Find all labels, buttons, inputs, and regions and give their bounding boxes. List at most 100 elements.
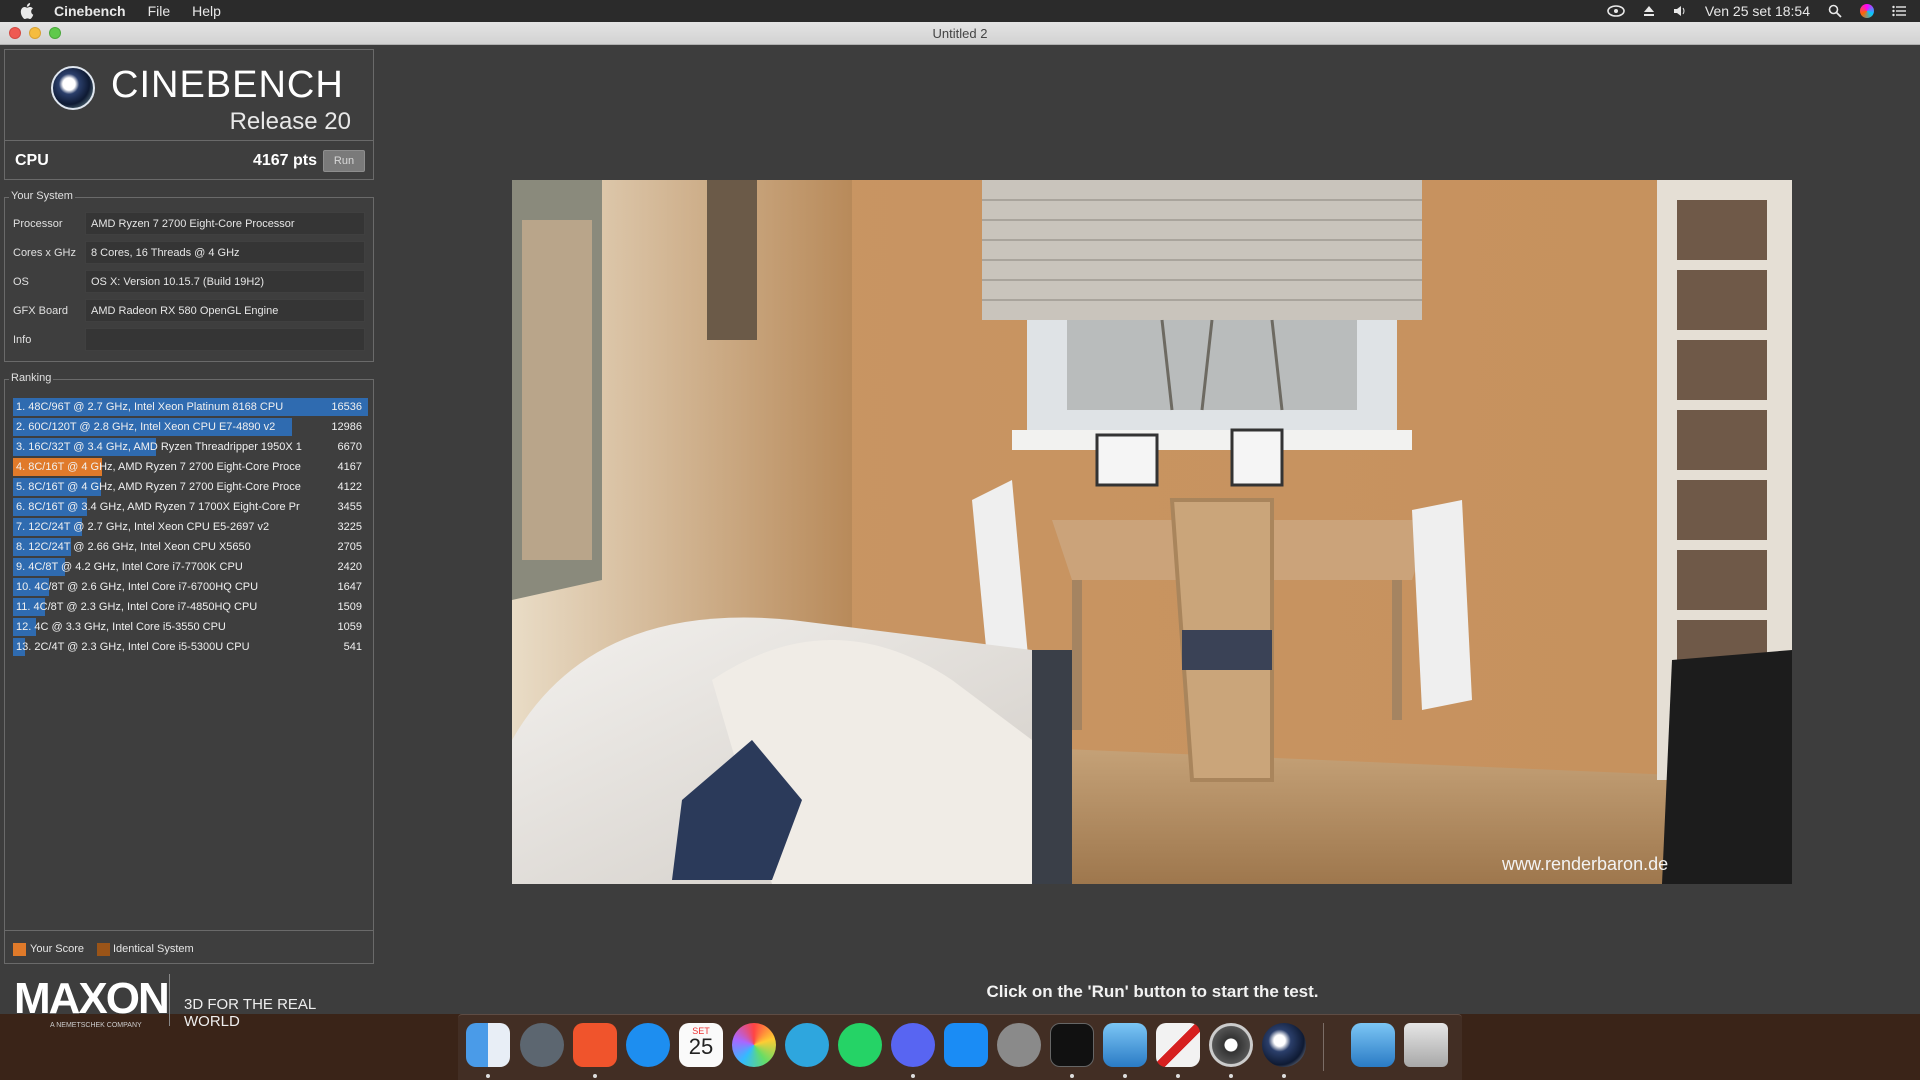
ranking-score: 2705 xyxy=(337,541,362,553)
identical-system-swatch xyxy=(97,943,110,956)
telegram-icon[interactable] xyxy=(785,1023,829,1067)
ranking-score: 3455 xyxy=(337,501,362,513)
cpu-label: CPU xyxy=(15,151,49,169)
apple-icon[interactable] xyxy=(20,3,34,19)
system-value-info[interactable] xyxy=(85,328,365,351)
menu-clock[interactable]: Ven 25 set 18:54 xyxy=(1705,3,1810,19)
ranking-row[interactable]: 10. 4C/8T @ 2.6 GHz, Intel Core i7-6700H… xyxy=(13,578,368,596)
system-key: Processor xyxy=(13,218,63,230)
ranking-score: 16536 xyxy=(331,401,362,413)
ranking-row[interactable]: 8. 12C/24T @ 2.66 GHz, Intel Xeon CPU X5… xyxy=(13,538,368,556)
cpu-row: CPU 4167 pts Run xyxy=(5,140,373,180)
ranking-score: 12986 xyxy=(331,421,362,433)
ranking-panel: Ranking 1. 48C/96T @ 2.7 GHz, Intel Xeon… xyxy=(4,372,374,964)
whatsapp-icon[interactable] xyxy=(838,1023,882,1067)
cpu-score: 4167 pts xyxy=(252,151,317,169)
ranking-label: 3. 16C/32T @ 3.4 GHz, AMD Ryzen Threadri… xyxy=(16,441,302,453)
close-button[interactable] xyxy=(9,27,21,39)
finder-icon[interactable] xyxy=(466,1023,510,1067)
siri-icon[interactable] xyxy=(1860,4,1874,18)
ranking-row[interactable]: 11. 4C/8T @ 2.3 GHz, Intel Core i7-4850H… xyxy=(13,598,368,616)
dock-running-dot xyxy=(1070,1074,1074,1078)
pdf-icon[interactable] xyxy=(1156,1023,1200,1067)
dock-running-dot xyxy=(1123,1074,1127,1078)
ranking-label: 12. 4C @ 3.3 GHz, Intel Core i5-3550 CPU xyxy=(16,621,226,633)
eject-icon[interactable] xyxy=(1643,5,1655,17)
system-legend: Your System xyxy=(9,190,75,202)
zoom-button[interactable] xyxy=(49,27,61,39)
menu-help[interactable]: Help xyxy=(192,3,221,19)
menu-bar: Cinebench File Help Ven 25 set 18:54 xyxy=(0,0,1920,22)
testflight-icon[interactable] xyxy=(626,1023,670,1067)
ranking-score: 541 xyxy=(343,641,362,653)
ranking-row[interactable]: 4. 8C/16T @ 4 GHz, AMD Ryzen 7 2700 Eigh… xyxy=(13,458,368,476)
cinebench-icon[interactable] xyxy=(1262,1023,1306,1067)
system-row-gfx: GFX Board AMD Radeon RX 580 OpenGL Engin… xyxy=(5,299,373,323)
dock-running-dot xyxy=(1229,1074,1233,1078)
ranking-row[interactable]: 1. 48C/96T @ 2.7 GHz, Intel Xeon Platinu… xyxy=(13,398,368,416)
logo-subtitle: Release 20 xyxy=(229,108,351,135)
ranking-label: 1. 48C/96T @ 2.7 GHz, Intel Xeon Platinu… xyxy=(16,401,284,413)
trash-icon[interactable] xyxy=(1404,1023,1448,1067)
system-row-info: Info xyxy=(5,328,373,352)
ranking-row[interactable]: 12. 4C @ 3.3 GHz, Intel Core i5-3550 CPU… xyxy=(13,618,368,636)
window-title: Untitled 2 xyxy=(932,26,988,41)
system-value-gfx[interactable]: AMD Radeon RX 580 OpenGL Engine xyxy=(85,299,365,322)
photos-icon[interactable] xyxy=(732,1023,776,1067)
cinebench-window: Untitled 2 CINEBENCH Release 20 CPU 4167… xyxy=(0,22,1920,1030)
dock-separator xyxy=(1323,1023,1324,1071)
launchpad-icon[interactable] xyxy=(520,1023,564,1067)
ranking-row[interactable]: 3. 16C/32T @ 3.4 GHz, AMD Ryzen Threadri… xyxy=(13,438,368,456)
calendar-day: 25 xyxy=(688,1034,714,1059)
system-key: Cores x GHz xyxy=(13,247,76,259)
system-value-processor[interactable]: AMD Ryzen 7 2700 Eight-Core Processor xyxy=(85,212,365,235)
calendar-icon[interactable]: SET 25 xyxy=(679,1023,723,1067)
dock-running-dot xyxy=(911,1074,915,1078)
dock: SET 25 xyxy=(458,1014,1462,1080)
istat-icon[interactable] xyxy=(1103,1023,1147,1067)
minimize-button[interactable] xyxy=(29,27,41,39)
ranking-label: 11. 4C/8T @ 2.3 GHz, Intel Core i7-4850H… xyxy=(16,601,258,613)
ranking-row[interactable]: 5. 8C/16T @ 4 GHz, AMD Ryzen 7 2700 Eigh… xyxy=(13,478,368,496)
volume-icon[interactable] xyxy=(1673,5,1687,17)
title-bar: Untitled 2 xyxy=(0,22,1920,45)
ranking-row[interactable]: 7. 12C/24T @ 2.7 GHz, Intel Xeon CPU E5-… xyxy=(13,518,368,536)
system-row-os: OS OS X: Version 10.15.7 (Build 19H2) xyxy=(5,270,373,294)
brave-icon[interactable] xyxy=(573,1023,617,1067)
ranking-label: 5. 8C/16T @ 4 GHz, AMD Ryzen 7 2700 Eigh… xyxy=(16,481,301,493)
ranking-row[interactable]: 9. 4C/8T @ 4.2 GHz, Intel Core i7-7700K … xyxy=(13,558,368,576)
ranking-label: 4. 8C/16T @ 4 GHz, AMD Ryzen 7 2700 Eigh… xyxy=(16,461,301,473)
render-scene-image: www.renderbaron.de xyxy=(512,180,1792,884)
logo-panel: CINEBENCH Release 20 CPU 4167 pts Run xyxy=(4,49,374,180)
spotlight-icon[interactable] xyxy=(1828,4,1842,18)
menu-app-name[interactable]: Cinebench xyxy=(54,3,126,19)
dock-running-dot xyxy=(486,1074,490,1078)
menu-file[interactable]: File xyxy=(148,3,171,19)
creative-cloud-icon[interactable] xyxy=(1607,5,1625,17)
downloads-icon[interactable] xyxy=(1351,1023,1395,1067)
your-score-swatch xyxy=(13,943,26,956)
ranking-label: 9. 4C/8T @ 4.2 GHz, Intel Core i7-7700K … xyxy=(16,561,243,573)
dock-running-dot xyxy=(1176,1074,1180,1078)
terminal-icon[interactable] xyxy=(1050,1023,1094,1067)
davinci-icon[interactable] xyxy=(1209,1023,1253,1067)
system-preferences-icon[interactable] xyxy=(997,1023,1041,1067)
ranking-row[interactable]: 13. 2C/4T @ 2.3 GHz, Intel Core i5-5300U… xyxy=(13,638,368,656)
ranking-score: 1647 xyxy=(337,581,362,593)
ranking-key: Your Score Identical System xyxy=(5,930,373,964)
system-key: Info xyxy=(13,334,32,346)
run-button[interactable]: Run xyxy=(323,149,365,172)
ranking-label: 8. 12C/24T @ 2.66 GHz, Intel Xeon CPU X5… xyxy=(16,541,251,553)
discord-icon[interactable] xyxy=(891,1023,935,1067)
ranking-row[interactable]: 2. 60C/120T @ 2.8 GHz, Intel Xeon CPU E7… xyxy=(13,418,368,436)
notification-center-icon[interactable] xyxy=(1892,5,1906,17)
system-value-cores[interactable]: 8 Cores, 16 Threads @ 4 GHz xyxy=(85,241,365,264)
render-preview: www.renderbaron.de xyxy=(512,180,1792,884)
system-value-os[interactable]: OS X: Version 10.15.7 (Build 19H2) xyxy=(85,270,365,293)
app-store-icon[interactable] xyxy=(944,1023,988,1067)
cinebench-logo-icon xyxy=(51,66,95,110)
ranking-row[interactable]: 6. 8C/16T @ 3.4 GHz, AMD Ryzen 7 1700X E… xyxy=(13,498,368,516)
ranking-label: 13. 2C/4T @ 2.3 GHz, Intel Core i5-5300U… xyxy=(16,641,250,653)
ranking-legend: Ranking xyxy=(9,372,54,384)
ranking-label: 6. 8C/16T @ 3.4 GHz, AMD Ryzen 7 1700X E… xyxy=(16,501,300,513)
